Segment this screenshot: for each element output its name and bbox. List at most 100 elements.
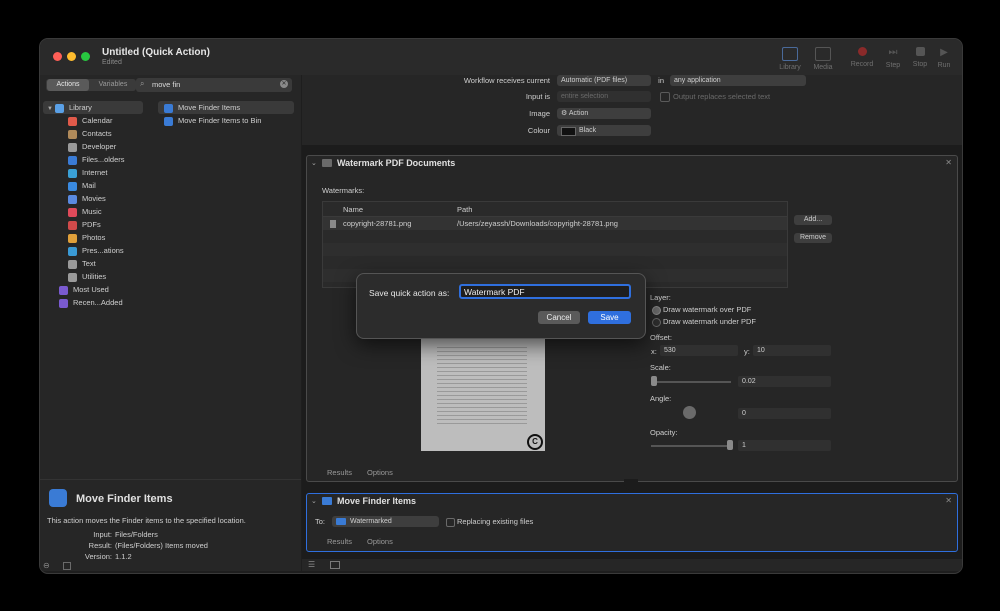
scale-field[interactable]: 0.02	[738, 376, 831, 387]
options-tab[interactable]: Options	[367, 537, 393, 546]
action-menu-icon[interactable]: ⊖	[43, 561, 50, 570]
library-toolbar-button[interactable]: Library	[776, 47, 804, 71]
image-popup[interactable]: ⚙ Action	[557, 108, 651, 119]
angle-dial[interactable]	[683, 406, 696, 419]
results-tab[interactable]: Results	[327, 468, 352, 477]
collapse-chevron-icon[interactable]: ⌄	[311, 159, 317, 167]
stop-icon	[915, 47, 925, 56]
watermark-action-icon	[322, 159, 332, 167]
opacity-label: Opacity:	[650, 428, 678, 437]
table-row[interactable]: copyright-28781.png /Users/zeyassh/Downl…	[323, 217, 787, 230]
library-item-most-used[interactable]: Most Used	[59, 283, 109, 296]
close-action-icon[interactable]: ✕	[945, 496, 952, 505]
search-input[interactable]: move fin	[152, 80, 180, 89]
step-icon: ⏭	[888, 47, 898, 58]
output-replaces-checkbox[interactable]	[660, 92, 670, 102]
input-is-popup[interactable]: entire selection	[557, 91, 651, 102]
in-label: in	[658, 76, 664, 85]
log-view-icon[interactable]	[330, 561, 340, 569]
copyright-watermark-icon: C	[527, 434, 543, 450]
results-tab[interactable]: Results	[327, 537, 352, 546]
replacing-label: Replacing existing files	[457, 517, 534, 526]
library-item-pdfs[interactable]: PDFs	[68, 218, 101, 231]
image-label: Image	[529, 109, 550, 118]
library-item-music[interactable]: Music	[68, 205, 102, 218]
zoom-window-button[interactable]	[81, 52, 90, 61]
library-item-contacts[interactable]: Contacts	[68, 127, 112, 140]
angle-field[interactable]: 0	[738, 408, 831, 419]
colour-popup[interactable]: Black	[557, 125, 651, 136]
opacity-slider[interactable]	[651, 445, 731, 447]
opacity-field[interactable]: 1	[738, 440, 831, 451]
layer-under-radio[interactable]	[652, 318, 661, 327]
offset-y-field[interactable]: 10	[753, 345, 831, 356]
save-button[interactable]: Save	[588, 311, 631, 324]
library-item-utilities[interactable]: Utilities	[68, 270, 106, 283]
scale-slider[interactable]	[651, 381, 731, 383]
text-icon	[68, 259, 77, 269]
move-finder-items-panel: ⌄ Move Finder Items ✕ To: Watermarked Re…	[306, 493, 958, 552]
finder-icon	[68, 155, 77, 165]
replacing-checkbox[interactable]	[446, 518, 455, 527]
options-tab[interactable]: Options	[367, 468, 393, 477]
minimize-window-button[interactable]	[67, 52, 76, 61]
opacity-slider-handle[interactable]	[727, 440, 733, 450]
description-toggle-icon[interactable]	[63, 562, 71, 570]
finder-icon	[164, 103, 173, 113]
run-toolbar-button[interactable]: ▶ Run	[930, 47, 958, 69]
application-popup[interactable]: any application	[670, 75, 806, 86]
layer-over-label: Draw watermark over PDF	[663, 305, 752, 314]
library-item-recently-added[interactable]: Recen...Added	[59, 296, 123, 309]
file-icon	[330, 220, 336, 228]
record-icon	[857, 47, 867, 56]
result-move-finder-items-to-bin[interactable]: Move Finder Items to Bin	[164, 114, 261, 127]
library-item-files-folders[interactable]: Files...olders	[68, 153, 125, 166]
close-action-icon[interactable]: ✕	[945, 158, 952, 167]
add-watermark-button[interactable]: Add...	[794, 215, 832, 225]
column-name-header[interactable]: Name	[343, 205, 363, 214]
result-value: (Files/Folders) Items moved	[115, 541, 208, 550]
quick-action-name-input[interactable]: Watermark PDF	[459, 284, 631, 299]
destination-popup[interactable]: Watermarked	[332, 516, 439, 527]
library-item-developer[interactable]: Developer	[68, 140, 116, 153]
close-window-button[interactable]	[53, 52, 62, 61]
search-field[interactable]: ⌕ move fin ✕	[136, 78, 292, 92]
library-item-mail[interactable]: Mail	[68, 179, 96, 192]
tab-actions[interactable]: Actions	[47, 79, 89, 91]
colour-label: Colour	[527, 126, 550, 135]
title-bar: Untitled (Quick Action) Edited Library M…	[40, 39, 962, 75]
record-toolbar-button[interactable]: Record	[848, 47, 876, 68]
library-item-calendar[interactable]: Calendar	[68, 114, 112, 127]
library-item-internet[interactable]: Internet	[68, 166, 107, 179]
scale-slider-handle[interactable]	[651, 376, 657, 386]
offset-x-field[interactable]: 530	[660, 345, 738, 356]
workflow-settings: Workflow receives current Automatic (PDF…	[302, 75, 962, 145]
layer-over-radio[interactable]	[652, 306, 661, 315]
column-path-header[interactable]: Path	[457, 205, 472, 214]
library-item-movies[interactable]: Movies	[68, 192, 106, 205]
remove-watermark-button[interactable]: Remove	[794, 233, 832, 243]
result-label: Result:	[88, 541, 112, 550]
step-toolbar-button[interactable]: ⏭ Step	[879, 47, 907, 69]
layer-under-label: Draw watermark under PDF	[663, 317, 756, 326]
folder-icon	[336, 518, 346, 525]
finder-icon	[322, 497, 332, 505]
smart-folder-icon	[59, 298, 68, 308]
to-label: To:	[315, 517, 326, 526]
library-item-photos[interactable]: Photos	[68, 231, 105, 244]
collapse-chevron-icon[interactable]: ⌄	[311, 497, 317, 505]
library-item-library[interactable]: ▼ Library	[43, 101, 143, 114]
library-item-text[interactable]: Text	[68, 257, 96, 270]
utilities-icon	[68, 272, 77, 282]
result-move-finder-items[interactable]: Move Finder Items	[158, 101, 294, 114]
clear-search-icon[interactable]: ✕	[280, 80, 288, 88]
input-value: Files/Folders	[115, 530, 158, 539]
list-view-icon[interactable]: ☰	[308, 560, 315, 569]
cancel-button[interactable]: Cancel	[538, 311, 580, 324]
description-title: Move Finder Items	[76, 493, 173, 505]
media-toolbar-button[interactable]: Media	[809, 47, 837, 71]
tab-variables[interactable]: Variables	[92, 79, 134, 91]
library-item-presentations[interactable]: Pres...ations	[68, 244, 124, 257]
receives-popup[interactable]: Automatic (PDF files)	[557, 75, 651, 86]
description-text: This action moves the Finder items to th…	[47, 516, 246, 525]
